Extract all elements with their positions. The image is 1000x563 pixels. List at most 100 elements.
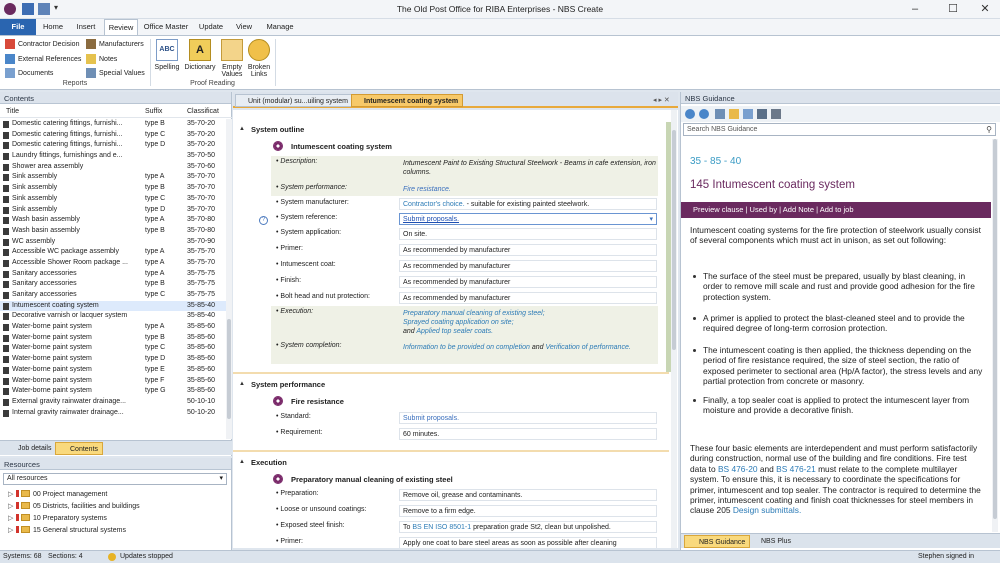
tab-review[interactable]: Review xyxy=(104,19,138,36)
contents-row[interactable]: Accessible WC package assembly type A 35-7… xyxy=(0,247,228,258)
back-icon[interactable] xyxy=(685,109,695,119)
contents-row[interactable]: Intumescent coating system 35-85-40 xyxy=(0,300,228,312)
expand-icon[interactable]: ▷ xyxy=(8,525,16,536)
expand-icon[interactable]: ▷ xyxy=(8,513,16,524)
field-requirement[interactable]: • Requirement: 60 minutes. xyxy=(271,427,658,441)
home-icon[interactable] xyxy=(715,109,725,119)
field-finish[interactable]: • Finish: As recommended by manufacturer xyxy=(271,275,658,289)
guidance-scrollbar[interactable] xyxy=(992,139,998,532)
tab-contents[interactable]: Contents xyxy=(55,442,104,455)
field-standard[interactable]: • Standard: Submit proposals. xyxy=(271,411,658,425)
field-system-manufacturer[interactable]: • System manufacturer: Contractor's choic… xyxy=(271,197,658,211)
scroll-thumb[interactable] xyxy=(993,139,997,519)
contents-row[interactable]: Water-borne paint system type F 35-85-60 xyxy=(0,376,228,387)
refresh-icon[interactable] xyxy=(743,109,753,119)
contents-row[interactable]: Sink assembly type D 35-70-70 xyxy=(0,205,228,216)
contents-row[interactable]: Shower area assembly 35-70-60 xyxy=(0,162,228,173)
field-loose-coatings[interactable]: • Loose or unsound coatings: Remove to a … xyxy=(271,504,658,518)
tab-scroll-icons[interactable]: ◂ ▸ ✕ xyxy=(653,96,670,104)
field-system-application[interactable]: • System application: On site. xyxy=(271,227,658,241)
help-icon[interactable]: ? xyxy=(259,216,268,225)
contents-row[interactable]: Laundry fittings, furnishings and e... 35… xyxy=(0,151,228,162)
contractor-decision-button[interactable]: Contractor Decision xyxy=(5,39,79,49)
collapse-icon[interactable]: ▲ xyxy=(239,459,245,465)
column-suffix[interactable]: Suffix xyxy=(145,108,162,115)
contents-row[interactable]: Sanitary accessories type B 35-75-75 xyxy=(0,279,228,290)
scroll-thumb[interactable] xyxy=(227,319,231,419)
expand-icon[interactable]: ▷ xyxy=(8,501,16,512)
field-system-completion[interactable]: • System completion: Information to be p… xyxy=(271,340,658,364)
print-icon[interactable] xyxy=(771,109,781,119)
expand-icon[interactable]: ▷ xyxy=(8,489,16,500)
link-bs-476-21[interactable]: BS 476-21 xyxy=(776,464,816,474)
tab-update[interactable]: Update xyxy=(194,19,228,35)
contents-row[interactable]: Decorative varnish or lacquer system 35-8… xyxy=(0,311,228,322)
maximize-button[interactable]: ☐ xyxy=(938,0,968,19)
contents-row[interactable]: Accessible Shower Room package ... type A… xyxy=(0,258,228,269)
contents-row[interactable]: Sink assembly type C 35-70-70 xyxy=(0,194,228,205)
contents-row[interactable]: Water-borne paint system type G 35-85-60 xyxy=(0,386,228,397)
sync-icon[interactable] xyxy=(757,109,767,119)
field-exposed-steel-finish[interactable]: • Exposed steel finish: To BS EN ISO 8501… xyxy=(271,520,658,534)
notes-button[interactable]: Notes xyxy=(86,54,117,64)
guidance-search-input[interactable]: Search NBS Guidance ⚲ xyxy=(683,123,996,136)
contents-row[interactable]: Sanitary accessories type C 35-75-75 xyxy=(0,290,228,301)
tab-nbs-guidance[interactable]: NBS Guidance xyxy=(684,535,751,548)
tab-manage[interactable]: Manage xyxy=(260,19,300,35)
resource-item[interactable]: ▷ 00 Project management xyxy=(8,489,107,500)
contents-row[interactable]: Wash basin assembly type A 35-70-80 xyxy=(0,215,228,226)
tab-nbs-plus[interactable]: NBS Plus xyxy=(747,535,795,548)
contents-row[interactable]: Domestic catering fittings, furnishi... t… xyxy=(0,140,228,151)
doc-tab-intumescent[interactable]: Intumescent coating system xyxy=(351,94,464,107)
folder-icon[interactable] xyxy=(729,109,739,119)
field-intumescent-coat[interactable]: • Intumescent coat: As recommended by man… xyxy=(271,259,658,273)
tab-job-details[interactable]: Job details xyxy=(4,442,55,455)
contents-row[interactable]: Water-borne paint system type D 35-85-60 xyxy=(0,354,228,365)
minimize-button[interactable]: – xyxy=(900,0,930,19)
contents-row[interactable]: Wash basin assembly type B 35-70-80 xyxy=(0,226,228,237)
resource-item[interactable]: ▷ 15 General structural systems xyxy=(8,525,126,536)
collapse-icon[interactable]: ▲ xyxy=(239,126,245,132)
column-classification[interactable]: Classificat xyxy=(187,108,219,115)
resource-item[interactable]: ▷ 10 Preparatory systems xyxy=(8,513,107,524)
field-bolt-protection[interactable]: • Bolt head and nut protection: As recomm… xyxy=(271,291,658,305)
contents-row[interactable]: External gravity rainwater drainage... 50… xyxy=(0,397,228,408)
documents-button[interactable]: Documents xyxy=(5,68,53,78)
contents-row[interactable]: Sanitary accessories type A 35-75-75 xyxy=(0,269,228,280)
field-preparation[interactable]: • Preparation: Remove oil, grease and con… xyxy=(271,488,658,502)
chevron-down-icon[interactable]: ▾ xyxy=(649,215,653,224)
link-design-submittals[interactable]: Design submittals. xyxy=(733,505,801,515)
field-system-performance[interactable]: • System performance: Fire resistance. xyxy=(271,182,658,196)
spelling-button[interactable]: ABC Spelling xyxy=(154,39,180,71)
field-execution-primer[interactable]: • Primer: Apply one coat to bare steel ar… xyxy=(271,536,658,548)
contents-row[interactable]: Domestic catering fittings, furnishi... t… xyxy=(0,130,228,141)
contents-row[interactable]: Water-borne paint system type E 35-85-60 xyxy=(0,365,228,376)
resources-filter-select[interactable]: All resources ▾ xyxy=(3,473,227,485)
scroll-thumb[interactable] xyxy=(672,130,676,350)
link-bs-476-20[interactable]: BS 476-20 xyxy=(718,464,758,474)
manufacturers-button[interactable]: Manufacturers xyxy=(86,39,144,49)
collapse-icon[interactable]: ▲ xyxy=(239,381,245,387)
document-scrollbar[interactable] xyxy=(671,110,677,548)
contents-row[interactable]: Domestic catering fittings, furnishi... t… xyxy=(0,119,228,130)
dictionary-button[interactable]: A Dictionary xyxy=(184,39,216,71)
contents-row[interactable]: Internal gravity rainwater drainage... 50… xyxy=(0,408,228,419)
broken-links-button[interactable]: Broken Links xyxy=(246,39,272,78)
resource-item[interactable]: ▷ 05 Districts, facilities and buildings xyxy=(8,501,140,512)
guidance-actions-bar[interactable]: Preview clause | Used by | Add Note | Ad… xyxy=(681,202,991,218)
special-values-button[interactable]: Special Values xyxy=(86,68,145,78)
contents-row[interactable]: Sink assembly type A 35-70-70 xyxy=(0,172,228,183)
forward-icon[interactable] xyxy=(699,109,709,119)
section-system-outline[interactable]: ▲ System outline xyxy=(233,121,669,137)
section-system-performance[interactable]: ▲ System performance xyxy=(233,376,669,392)
contents-row[interactable]: Water-borne paint system type C 35-85-60 xyxy=(0,343,228,354)
tab-insert[interactable]: Insert xyxy=(70,19,102,35)
tab-office-master[interactable]: Office Master xyxy=(140,19,192,35)
empty-values-button[interactable]: Empty Values xyxy=(220,39,244,78)
field-primer[interactable]: • Primer: As recommended by manufacturer xyxy=(271,243,658,257)
column-title[interactable]: Title xyxy=(6,108,19,115)
close-button[interactable]: ✕ xyxy=(970,0,1000,19)
field-execution[interactable]: • Execution: Preparatory manual cleaning… xyxy=(271,306,658,340)
contents-row[interactable]: Water-borne paint system type A 35-85-60 xyxy=(0,322,228,333)
tab-file[interactable]: File xyxy=(0,19,36,35)
